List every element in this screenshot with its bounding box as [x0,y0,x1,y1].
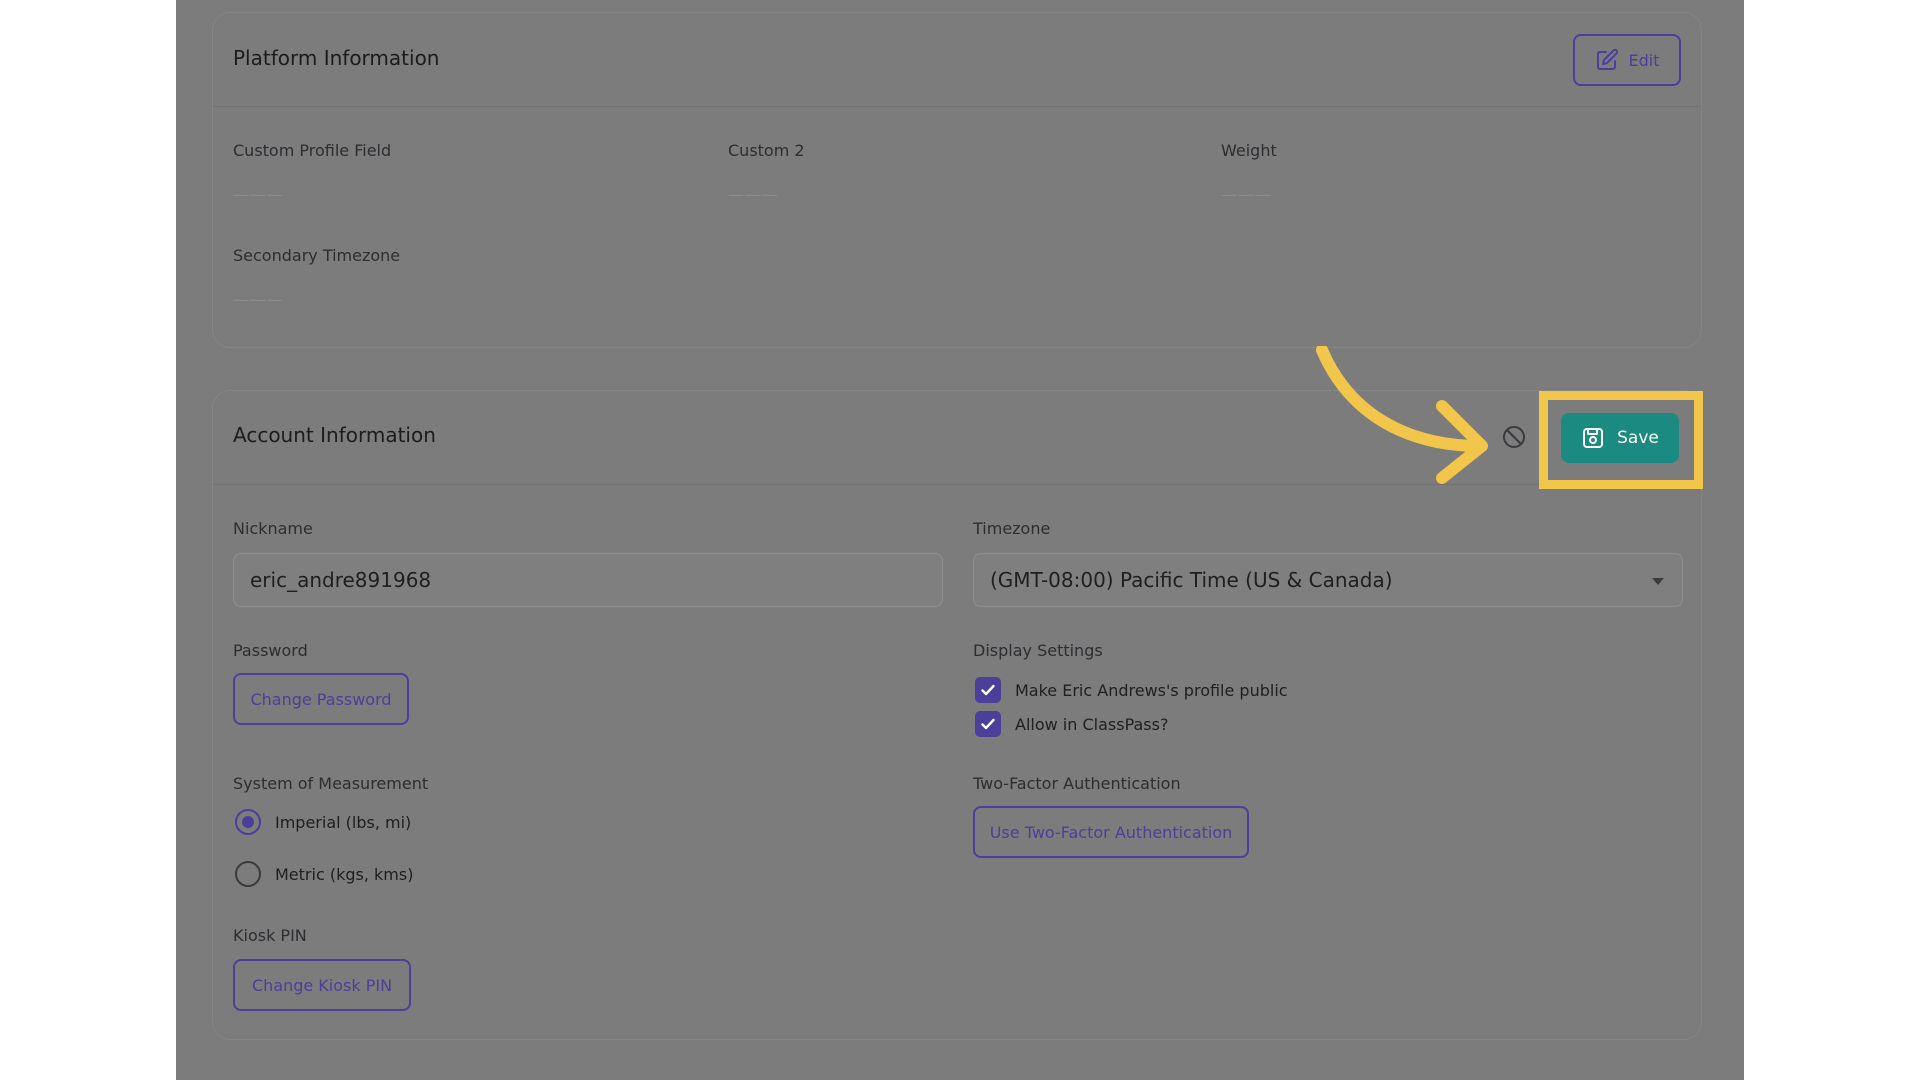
platform-information-header: Platform Information Edit [213,13,1701,107]
change-kiosk-pin-label: Change Kiosk PIN [251,975,393,995]
timezone-label: Timezone [973,519,1051,538]
two-factor-label: Two-Factor Authentication [973,774,1181,793]
allow-classpass-checkbox-row[interactable]: Allow in ClassPass? [975,711,1168,737]
allow-classpass-label: Allow in ClassPass? [1015,714,1169,734]
metric-radio-row[interactable]: Metric (kgs, kms) [235,861,413,887]
chevron-down-icon [1652,578,1664,585]
password-label: Password [233,641,308,660]
imperial-radio[interactable] [235,809,261,835]
two-factor-button-label: Use Two-Factor Authentication [989,822,1233,842]
edit-icon [1596,48,1618,70]
custom-profile-field-label: Custom Profile Field [233,141,392,160]
change-kiosk-pin-button[interactable]: Change Kiosk PIN [233,959,411,1011]
kiosk-pin-label: Kiosk PIN [233,926,307,945]
metric-radio[interactable] [235,861,261,887]
account-information-card: Account Information Save Nickname eric_a… [212,390,1703,1040]
platform-information-title: Platform Information [233,46,440,70]
weight-value: ——— [1221,185,1272,204]
allow-classpass-checkbox[interactable] [975,711,1001,737]
custom-2-label: Custom 2 [728,141,805,160]
account-information-title: Account Information [233,423,436,447]
nickname-label: Nickname [233,519,313,538]
secondary-timezone-value: ——— [233,290,284,309]
imperial-radio-row[interactable]: Imperial (lbs, mi) [235,809,411,835]
metric-label: Metric (kgs, kms) [275,864,414,884]
timezone-value: (GMT-08:00) Pacific Time (US & Canada) [990,568,1393,592]
custom-2-value: ——— [728,185,779,204]
platform-information-card: Platform Information Edit Custom Profile… [212,12,1702,348]
measurement-label: System of Measurement [233,774,429,793]
edit-button[interactable]: Edit [1573,34,1681,86]
app-frame: Platform Information Edit Custom Profile… [176,0,1744,1080]
custom-profile-field-value: ——— [233,185,284,204]
weight-label: Weight [1221,141,1277,160]
change-password-button[interactable]: Change Password [233,673,409,725]
arrow-pointer [1316,346,1488,484]
secondary-timezone-label: Secondary Timezone [233,246,401,265]
change-password-label: Change Password [250,689,392,709]
nickname-value: eric_andre891968 [250,568,432,592]
display-settings-label: Display Settings [973,641,1103,660]
timezone-select[interactable]: (GMT-08:00) Pacific Time (US & Canada) [973,553,1683,607]
profile-public-checkbox-row[interactable]: Make Eric Andrews's profile public [975,677,1288,703]
check-icon [981,684,995,696]
imperial-label: Imperial (lbs, mi) [275,812,412,832]
profile-public-label: Make Eric Andrews's profile public [1015,680,1288,700]
edit-button-label: Edit [1628,50,1660,70]
check-icon [981,718,995,730]
profile-public-checkbox[interactable] [975,677,1001,703]
nickname-input[interactable]: eric_andre891968 [233,553,943,607]
two-factor-button[interactable]: Use Two-Factor Authentication [973,806,1249,858]
